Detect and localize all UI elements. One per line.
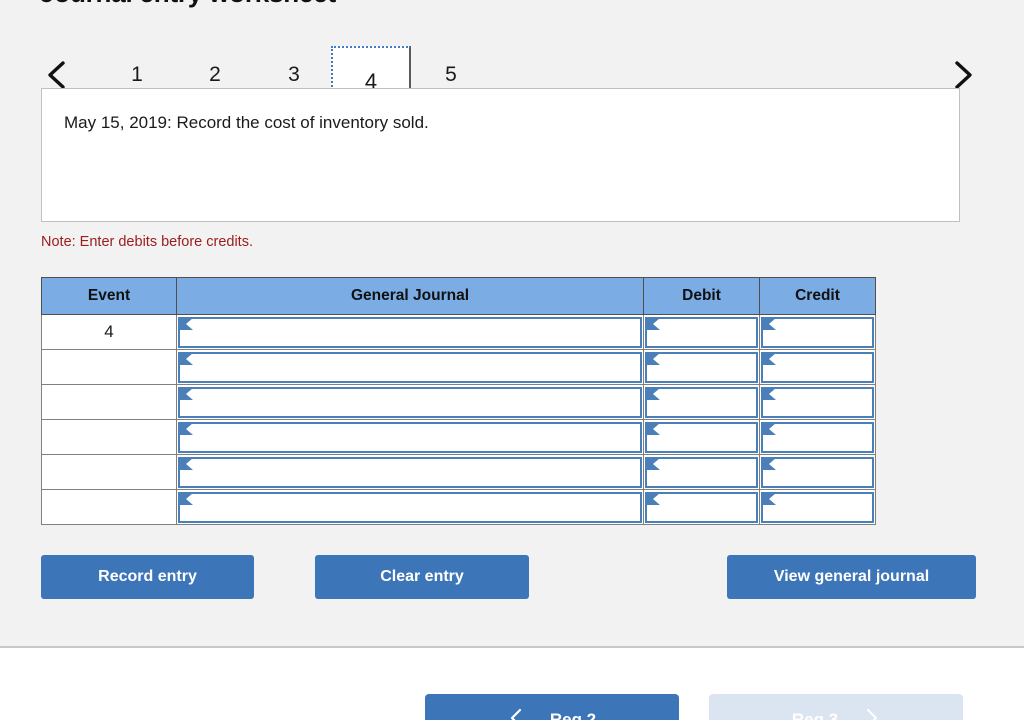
requirement-navigation: Req 2 Req 3 bbox=[0, 694, 1024, 720]
event-number-cell bbox=[41, 489, 177, 525]
event-number-cell: 4 bbox=[41, 314, 177, 350]
table-row: 4 bbox=[41, 314, 876, 350]
column-header-general-journal: General Journal bbox=[176, 277, 644, 315]
general-journal-input-6[interactable] bbox=[192, 493, 638, 521]
journal-entry-table: Event General Journal Debit Credit 4 bbox=[41, 277, 876, 525]
column-header-event: Event bbox=[41, 277, 177, 315]
dropdown-triangle-icon bbox=[179, 492, 193, 505]
general-journal-cell[interactable] bbox=[176, 384, 644, 420]
general-journal-cell[interactable] bbox=[176, 454, 644, 490]
credit-cell[interactable] bbox=[759, 314, 876, 350]
credit-cell[interactable] bbox=[759, 384, 876, 420]
next-requirement-label: Req 3 bbox=[791, 710, 839, 720]
credit-cell[interactable] bbox=[759, 349, 876, 385]
debit-cell[interactable] bbox=[643, 419, 760, 455]
transaction-description-box: May 15, 2019: Record the cost of invento… bbox=[41, 88, 960, 222]
worksheet-pager: 1 2 3 4 5 bbox=[0, 22, 1024, 114]
dropdown-triangle-icon bbox=[762, 457, 776, 470]
pager-prev-button[interactable] bbox=[40, 58, 74, 92]
debit-input-4[interactable] bbox=[659, 423, 754, 451]
general-journal-input-2[interactable] bbox=[192, 353, 638, 381]
table-row bbox=[41, 454, 876, 490]
view-general-journal-button[interactable]: View general journal bbox=[727, 555, 976, 599]
event-number-cell bbox=[41, 349, 177, 385]
debit-cell[interactable] bbox=[643, 454, 760, 490]
table-row bbox=[41, 419, 876, 455]
dropdown-triangle-icon bbox=[179, 352, 193, 365]
page-root: Journal entry worksheet 1 2 3 4 5 bbox=[0, 0, 1024, 720]
dropdown-triangle-icon bbox=[179, 422, 193, 435]
credit-input-4[interactable] bbox=[775, 423, 870, 451]
event-number-cell bbox=[41, 419, 177, 455]
debit-input-3[interactable] bbox=[659, 388, 754, 416]
debit-input-1[interactable] bbox=[659, 318, 754, 346]
event-number-cell bbox=[41, 384, 177, 420]
chevron-right-icon bbox=[949, 59, 975, 91]
credit-input-1[interactable] bbox=[775, 318, 870, 346]
debit-cell[interactable] bbox=[643, 489, 760, 525]
debit-input-2[interactable] bbox=[659, 353, 754, 381]
dropdown-triangle-icon bbox=[646, 422, 660, 435]
debit-cell[interactable] bbox=[643, 384, 760, 420]
general-journal-cell[interactable] bbox=[176, 314, 644, 350]
dropdown-triangle-icon bbox=[762, 422, 776, 435]
transaction-description-text: May 15, 2019: Record the cost of invento… bbox=[64, 113, 429, 132]
next-requirement-button[interactable]: Req 3 bbox=[709, 694, 963, 720]
dropdown-triangle-icon bbox=[646, 317, 660, 330]
column-header-credit: Credit bbox=[759, 277, 876, 315]
general-journal-input-4[interactable] bbox=[192, 423, 638, 451]
credit-cell[interactable] bbox=[759, 419, 876, 455]
general-journal-input-1[interactable] bbox=[192, 318, 638, 346]
table-header-row: Event General Journal Debit Credit bbox=[41, 277, 876, 315]
journal-entry-rows: 4 bbox=[41, 314, 876, 525]
dropdown-triangle-icon bbox=[762, 317, 776, 330]
dropdown-triangle-icon bbox=[762, 387, 776, 400]
dropdown-triangle-icon bbox=[179, 387, 193, 400]
credit-input-2[interactable] bbox=[775, 353, 870, 381]
table-row bbox=[41, 489, 876, 525]
clear-entry-button[interactable]: Clear entry bbox=[315, 555, 529, 599]
dropdown-triangle-icon bbox=[179, 317, 193, 330]
dropdown-triangle-icon bbox=[179, 457, 193, 470]
event-number-cell bbox=[41, 454, 177, 490]
table-row bbox=[41, 349, 876, 385]
dropdown-triangle-icon bbox=[762, 352, 776, 365]
pager-next-button[interactable] bbox=[945, 58, 979, 92]
dropdown-triangle-icon bbox=[646, 352, 660, 365]
credit-input-5[interactable] bbox=[775, 458, 870, 486]
credit-input-3[interactable] bbox=[775, 388, 870, 416]
general-journal-cell[interactable] bbox=[176, 419, 644, 455]
debit-input-6[interactable] bbox=[659, 493, 754, 521]
prev-requirement-label: Req 2 bbox=[549, 710, 597, 720]
table-row bbox=[41, 384, 876, 420]
dropdown-triangle-icon bbox=[762, 492, 776, 505]
credit-cell[interactable] bbox=[759, 489, 876, 525]
record-entry-button[interactable]: Record entry bbox=[41, 555, 254, 599]
general-journal-cell[interactable] bbox=[176, 349, 644, 385]
prev-requirement-button[interactable]: Req 2 bbox=[425, 694, 679, 720]
column-header-debit: Debit bbox=[643, 277, 760, 315]
debit-input-5[interactable] bbox=[659, 458, 754, 486]
general-journal-input-5[interactable] bbox=[192, 458, 638, 486]
chevron-left-icon bbox=[44, 59, 70, 91]
dropdown-triangle-icon bbox=[646, 387, 660, 400]
chevron-right-icon bbox=[864, 707, 880, 720]
page-title: Journal entry worksheet bbox=[40, 0, 336, 9]
chevron-left-icon bbox=[508, 707, 524, 720]
debit-cell[interactable] bbox=[643, 314, 760, 350]
credit-input-6[interactable] bbox=[775, 493, 870, 521]
dropdown-triangle-icon bbox=[646, 457, 660, 470]
dropdown-triangle-icon bbox=[646, 492, 660, 505]
debits-before-credits-note: Note: Enter debits before credits. bbox=[41, 234, 253, 250]
debit-cell[interactable] bbox=[643, 349, 760, 385]
journal-entry-worksheet-card: Journal entry worksheet 1 2 3 4 5 bbox=[0, 0, 1024, 648]
general-journal-input-3[interactable] bbox=[192, 388, 638, 416]
general-journal-cell[interactable] bbox=[176, 489, 644, 525]
credit-cell[interactable] bbox=[759, 454, 876, 490]
